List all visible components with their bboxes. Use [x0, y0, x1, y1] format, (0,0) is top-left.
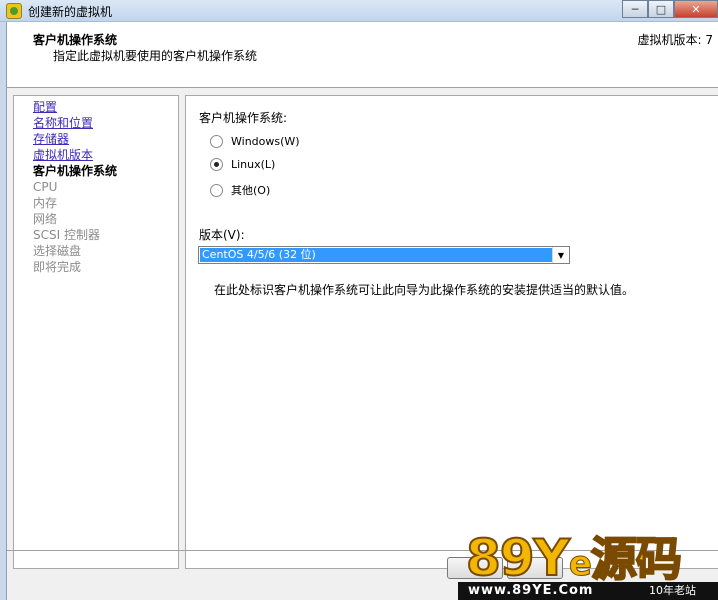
step-guest-os: 客户机操作系统 — [33, 164, 118, 178]
version-select[interactable]: CentOS 4/5/6 (32 位) ▼ — [198, 246, 570, 264]
window-title: 创建新的虚拟机 — [28, 5, 113, 19]
guest-os-panel: 客户机操作系统: Windows(W) Linux(L) 其他(O) 版本(V)… — [185, 95, 718, 569]
step-vm-version[interactable]: 虚拟机版本 — [14, 147, 178, 163]
step-config[interactable]: 配置 — [14, 99, 178, 115]
radio-linux-label: Linux(L) — [231, 158, 276, 171]
step-network: 网络 — [33, 212, 58, 226]
maximize-button[interactable]: □ — [648, 0, 674, 18]
step-select-disk: 选择磁盘 — [33, 244, 82, 258]
step-scsi-controller: SCSI 控制器 — [33, 228, 100, 242]
page-title: 客户机操作系统 — [33, 33, 118, 47]
watermark-y: Y — [533, 529, 571, 587]
step-storage[interactable]: 存储器 — [14, 131, 178, 147]
wizard-header: 客户机操作系统 指定此虚拟机要使用的客户机操作系统 虚拟机版本: 7 — [7, 22, 718, 88]
watermark-e: e — [568, 544, 592, 585]
radio-other[interactable]: 其他(O) — [210, 182, 270, 198]
radio-windows[interactable]: Windows(W) — [210, 135, 300, 148]
vm-app-icon — [6, 3, 22, 19]
window-controls: ─ □ ✕ — [622, 0, 718, 18]
radio-linux[interactable]: Linux(L) — [210, 158, 275, 171]
radio-windows-circle[interactable] — [210, 135, 223, 148]
radio-other-label: 其他(O) — [231, 184, 271, 197]
chevron-down-icon[interactable]: ▼ — [552, 247, 569, 263]
step-cpu: CPU — [33, 180, 58, 194]
step-memory: 内存 — [33, 196, 58, 210]
radio-linux-circle[interactable] — [210, 158, 223, 171]
close-button[interactable]: ✕ — [674, 0, 718, 18]
wizard-dialog: 客户机操作系统 指定此虚拟机要使用的客户机操作系统 虚拟机版本: 7 配置 名称… — [6, 22, 718, 600]
version-label: 版本(V): — [199, 228, 245, 242]
page-subtitle: 指定此虚拟机要使用的客户机操作系统 — [53, 49, 258, 63]
watermark-cn: 源码 — [590, 531, 683, 587]
vm-version-label: 虚拟机版本: 7 — [637, 33, 714, 47]
watermark-tag: 10年老站 — [645, 582, 700, 600]
guest-os-label: 客户机操作系统: — [199, 111, 288, 125]
radio-other-circle[interactable] — [210, 183, 223, 197]
radio-windows-label: Windows(W) — [231, 135, 300, 148]
watermark-89: 89 — [465, 529, 536, 587]
version-select-value: CentOS 4/5/6 (32 位) — [200, 248, 553, 262]
window-titlebar[interactable]: 创建新的虚拟机 ─ □ ✕ — [0, 0, 718, 22]
step-name-location[interactable]: 名称和位置 — [14, 115, 178, 131]
wizard-steps: 配置 名称和位置 存储器 虚拟机版本 客户机操作系统 CPU 内存 网络 SCS… — [13, 95, 179, 569]
minimize-button[interactable]: ─ — [622, 0, 648, 18]
site-watermark: 89Ye源码 www.89YE.Com 10年老站 — [458, 529, 718, 600]
guest-os-description: 在此处标识客户机操作系统可让此向导为此操作系统的安装提供适当的默认值。 — [214, 283, 635, 297]
step-ready-to-complete: 即将完成 — [33, 260, 82, 274]
